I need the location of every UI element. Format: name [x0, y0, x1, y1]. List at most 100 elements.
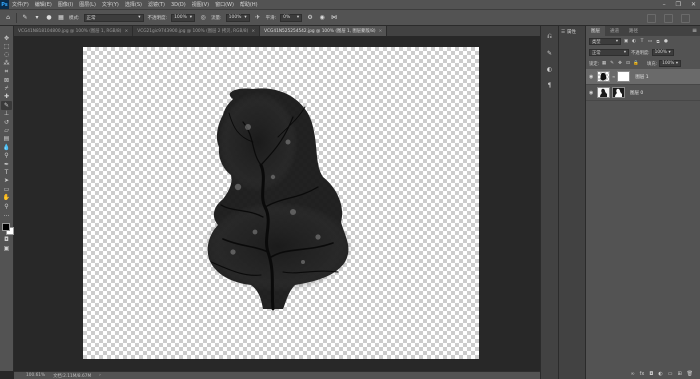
marquee-tool-icon[interactable]: ⬚	[1, 42, 12, 50]
color-swatches[interactable]	[1, 222, 14, 236]
chevron-down-icon[interactable]: ▾	[33, 14, 41, 22]
brush-settings-icon[interactable]: ▦	[57, 14, 65, 22]
new-group-icon[interactable]: ▭	[668, 371, 673, 377]
add-mask-icon[interactable]: ◘	[649, 371, 653, 377]
menu-edit[interactable]: 编辑(E)	[32, 1, 55, 8]
menu-layer[interactable]: 图层(L)	[76, 1, 99, 8]
tab-channels[interactable]: 通道	[605, 26, 624, 36]
fill-input[interactable]: 100% ▾	[659, 60, 682, 67]
new-layer-icon[interactable]: ⊞	[677, 371, 681, 377]
menu-file[interactable]: 文件(F)	[9, 1, 32, 8]
layer-row-1[interactable]: ◉ ∞ 图层 1	[586, 69, 700, 85]
zoom-tool-icon[interactable]: ⚲	[1, 202, 12, 210]
lasso-tool-icon[interactable]: ◌	[1, 51, 12, 59]
layer-thumbnail[interactable]	[597, 71, 610, 82]
filter-pixel-icon[interactable]: ▣	[623, 39, 629, 45]
layer-kind-select[interactable]: 类型 ▾	[589, 38, 621, 45]
blend-mode-select[interactable]: 正常 ▾	[589, 49, 629, 56]
close-icon[interactable]: ✕	[691, 1, 696, 8]
lock-position-icon[interactable]: ✥	[617, 61, 623, 67]
foreground-color-swatch[interactable]	[1, 222, 10, 231]
menu-3d[interactable]: 3D(D)	[168, 2, 189, 8]
gradient-tool-icon[interactable]: ▤	[1, 135, 12, 143]
link-layers-icon[interactable]: ∞	[630, 371, 634, 377]
menu-image[interactable]: 图像(I)	[55, 1, 76, 8]
fx-icon[interactable]: fx	[640, 371, 645, 377]
eye-icon[interactable]: ◉	[589, 74, 595, 80]
restore-icon[interactable]: ❐	[676, 1, 681, 8]
panel-menu-icon[interactable]: ≡	[692, 27, 697, 34]
shape-tool-icon[interactable]: ▭	[1, 185, 12, 193]
menu-type[interactable]: 文字(Y)	[99, 1, 122, 8]
pressure-opacity-icon[interactable]: ◎	[199, 14, 207, 22]
hand-tool-icon[interactable]: ✋	[1, 193, 12, 201]
pressure-size-icon[interactable]: ◉	[318, 14, 326, 22]
menu-select[interactable]: 选择(S)	[122, 1, 145, 8]
symmetry-icon[interactable]: ⋈	[330, 14, 338, 22]
history-brush-tool-icon[interactable]: ↺	[1, 118, 12, 126]
share-icon[interactable]	[681, 14, 690, 23]
close-icon[interactable]: ×	[124, 29, 128, 34]
adjustments-icon[interactable]: ◐	[545, 64, 555, 74]
trash-icon[interactable]: 🗑	[687, 371, 693, 377]
zoom-level[interactable]: 100.61%	[26, 373, 45, 378]
tab-document-3[interactable]: VCG41N525254542.jpg @ 100% (图层 1, 图层蒙版/8…	[260, 26, 388, 36]
canvas-area[interactable]	[14, 36, 540, 371]
lock-all-icon[interactable]: 🔒	[633, 61, 639, 67]
lock-pixels-icon[interactable]: ▦	[601, 61, 607, 67]
brush-preset-icon[interactable]: ●	[45, 14, 53, 22]
frame-tool-icon[interactable]: ⊠	[1, 76, 12, 84]
type-tool-icon[interactable]: T	[1, 168, 12, 176]
brush-settings-icon[interactable]: ✎	[545, 48, 555, 58]
filter-adjustment-icon[interactable]: ◐	[631, 39, 637, 45]
opacity-input[interactable]: 100% ▾	[171, 13, 196, 22]
layer-opacity-input[interactable]: 100% ▾	[651, 49, 674, 56]
layer-name[interactable]: 图层 0	[630, 90, 643, 96]
close-icon[interactable]: ×	[379, 29, 383, 34]
flow-input[interactable]: 100% ▾	[225, 13, 250, 22]
paragraph-icon[interactable]: ¶	[545, 80, 555, 90]
search-icon[interactable]	[647, 14, 656, 23]
home-icon[interactable]: ⌂	[4, 14, 12, 22]
clone-stamp-tool-icon[interactable]: ⊥	[1, 110, 12, 118]
properties-tab[interactable]: ☰ 属性	[559, 26, 585, 38]
menu-filter[interactable]: 滤镜(T)	[145, 1, 168, 8]
lock-paint-icon[interactable]: ✎	[609, 61, 615, 67]
quick-mask-icon[interactable]: ◘	[1, 236, 12, 244]
eyedropper-tool-icon[interactable]: ⌿	[1, 84, 12, 92]
workspace-icon[interactable]	[664, 14, 673, 23]
filter-toggle-icon[interactable]: ●	[663, 39, 669, 45]
blur-tool-icon[interactable]: 💧	[1, 143, 12, 151]
tab-document-2[interactable]: VCG21gic9743900.jpg @ 100% (图层 2 拷贝, RGB…	[133, 26, 261, 36]
photoshop-logo[interactable]: Ps	[0, 0, 9, 9]
layer-thumbnail[interactable]	[597, 87, 610, 98]
brush-tool-icon[interactable]: ✎	[1, 101, 12, 110]
filter-shape-icon[interactable]: ▭	[647, 39, 653, 45]
close-icon[interactable]: ×	[251, 29, 255, 34]
eye-icon[interactable]: ◉	[589, 90, 595, 96]
healing-brush-tool-icon[interactable]: ✚	[1, 93, 12, 101]
screen-mode-icon[interactable]: ▣	[1, 244, 12, 252]
link-icon[interactable]: ∞	[612, 74, 615, 79]
brush-tool-icon[interactable]: ✎	[21, 14, 29, 22]
tab-layers[interactable]: 图层	[586, 26, 605, 36]
layer-mask-thumbnail[interactable]	[612, 87, 625, 98]
smooth-input[interactable]: 0% ▾	[280, 13, 303, 22]
history-icon[interactable]: ⎌	[545, 32, 555, 42]
menu-view[interactable]: 视图(V)	[189, 1, 212, 8]
adjustment-layer-icon[interactable]: ◐	[658, 371, 662, 377]
quick-select-tool-icon[interactable]: ⁂	[1, 59, 12, 67]
eraser-tool-icon[interactable]: ▱	[1, 126, 12, 134]
menu-help[interactable]: 帮助(H)	[237, 1, 261, 8]
crop-tool-icon[interactable]: ⌗	[1, 68, 12, 76]
chevron-right-icon[interactable]: ›	[99, 373, 101, 378]
tab-paths[interactable]: 路径	[624, 26, 643, 36]
dodge-tool-icon[interactable]: ⚲	[1, 151, 12, 159]
menu-window[interactable]: 窗口(W)	[212, 1, 237, 8]
pen-tool-icon[interactable]: ✒	[1, 160, 12, 168]
minimize-icon[interactable]: –	[663, 1, 666, 8]
mode-select[interactable]: 正常 ▾	[83, 13, 144, 22]
path-selection-tool-icon[interactable]: ➤	[1, 177, 12, 185]
document-canvas[interactable]	[83, 47, 479, 359]
more-tools-icon[interactable]: …	[1, 210, 12, 218]
